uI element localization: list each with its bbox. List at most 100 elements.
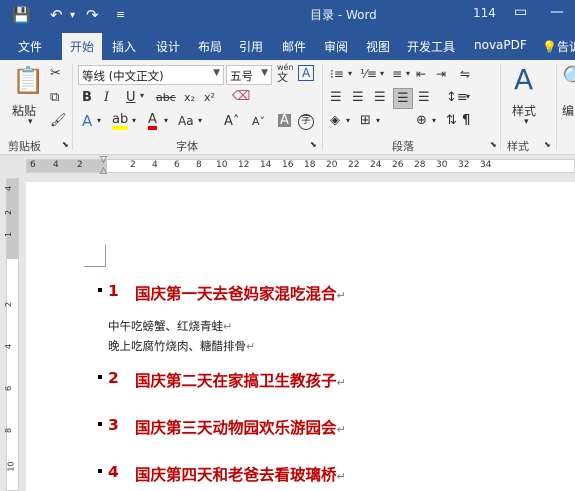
copy-icon[interactable]: ⧉ (50, 91, 59, 104)
phonetic-guide-icon[interactable]: wén 文 (277, 64, 294, 84)
tab-view[interactable]: 视图 (366, 38, 390, 55)
editing-button-label[interactable]: 编 (562, 102, 574, 119)
cut-icon[interactable]: ✂ (50, 67, 61, 80)
document-page[interactable]: 1 国庆第一天去爸妈家混吃混合↵ 中午吃螃蟹、红烧青蛙↵ 晚上吃腐竹烧肉、糖醋排… (26, 182, 575, 491)
asian-layout-icon[interactable]: ⊕ (416, 114, 427, 127)
lightbulb-icon: 💡 (542, 40, 557, 54)
minimize-icon[interactable]: — (550, 4, 564, 20)
line-spacing-icon[interactable]: ↕≡ (446, 91, 468, 104)
ruler-strip (26, 159, 575, 173)
find-icon[interactable]: 🔍 (562, 68, 575, 90)
highlight-icon[interactable]: ab (112, 113, 129, 130)
font-color-icon[interactable]: A (148, 113, 157, 130)
align-right-icon[interactable]: ☰ (374, 91, 386, 104)
ruler-margin (27, 160, 107, 172)
font-color-dropdown-icon[interactable]: ▾ (164, 117, 168, 125)
ribbon-display-icon[interactable]: ▭ (514, 4, 527, 20)
underline-icon[interactable]: U (126, 91, 136, 104)
tab-tell-me[interactable]: 💡告诉 (542, 38, 575, 55)
tab-references[interactable]: 引用 (239, 38, 263, 55)
font-name-value: 等线 (中文正文) (82, 69, 164, 83)
hanging-indent-marker-icon[interactable]: △ (100, 167, 107, 176)
customize-toolbar-icon[interactable]: ≡ (116, 8, 125, 21)
ruler-tick-label: 30 (436, 160, 448, 170)
paragraph-launcher-icon[interactable]: ⬊ (490, 141, 497, 149)
italic-icon[interactable]: I (104, 91, 109, 104)
justify-icon[interactable]: ☰ (393, 88, 413, 109)
first-line-indent-marker-icon[interactable]: ▽ (100, 156, 107, 165)
tab-review[interactable]: 审阅 (324, 38, 348, 55)
title-bar: 💾 ↶ ▾ ↷ ≡ 目录 - Word 114 ▭ — (0, 0, 575, 30)
shrink-font-icon[interactable]: A˅ (252, 116, 265, 127)
undo-dropdown-icon[interactable]: ▾ (70, 10, 75, 21)
numbering-icon[interactable]: ⅟≡ (360, 68, 377, 80)
character-shading-icon[interactable]: A (278, 114, 291, 127)
styles-icon[interactable]: A (514, 66, 533, 94)
chinese-layout-icon[interactable]: ⇋ (460, 68, 470, 80)
paste-icon[interactable]: 📋 (12, 68, 44, 94)
redo-icon[interactable]: ↷ (86, 6, 99, 24)
bullets-icon[interactable]: ⁝≡ (330, 68, 344, 80)
undo-icon[interactable]: ↶ (50, 6, 63, 24)
tab-insert[interactable]: 插入 (112, 38, 136, 55)
clear-formatting-icon[interactable]: ⌫ (232, 90, 250, 103)
highlight-dropdown-icon[interactable]: ▾ (132, 117, 136, 125)
body-line[interactable]: 中午吃螃蟹、红烧青蛙↵ (108, 318, 232, 334)
sort-icon[interactable]: ⇅ (446, 114, 457, 127)
borders-icon[interactable]: ⊞ (360, 114, 371, 127)
character-border-icon[interactable]: A (298, 65, 315, 81)
subscript-icon[interactable]: x₂ (184, 92, 195, 103)
text-effects-icon[interactable]: A (82, 114, 92, 129)
ruler-tick-label: 4 (4, 185, 14, 192)
clipboard-launcher-icon[interactable]: ⬊ (62, 141, 69, 149)
grow-font-icon[interactable]: A˄ (224, 115, 239, 128)
body-line[interactable]: 晚上吃腐竹烧肉、糖醋排骨↵ (108, 338, 255, 354)
font-name-dropdown[interactable]: 等线 (中文正文) ▼ (78, 65, 224, 85)
change-case-dropdown-icon[interactable]: ▾ (198, 117, 202, 125)
ruler-tick-label: 6 (4, 385, 14, 392)
shading-icon[interactable]: ◈ (330, 114, 340, 127)
decrease-indent-icon[interactable]: ⇤ (416, 68, 426, 80)
enclose-characters-icon[interactable]: 字 (298, 114, 314, 130)
tab-home[interactable]: 开始 (62, 33, 103, 60)
show-marks-icon[interactable]: ¶ (462, 114, 470, 127)
vertical-ruler[interactable]: 4 2 1 2 4 6 8 10 (0, 178, 22, 491)
tab-novapdf[interactable]: novaPDF (474, 38, 527, 52)
horizontal-ruler[interactable]: 6 4 2 2 4 6 8 10 12 14 16 18 20 22 24 26… (0, 156, 575, 178)
superscript-icon[interactable]: x² (204, 92, 215, 103)
tab-developer[interactable]: 开发工具 (407, 38, 455, 55)
ruler-tick-label: 8 (196, 160, 202, 170)
save-icon[interactable]: 💾 (12, 6, 31, 24)
distributed-icon[interactable]: ☰ (418, 91, 430, 104)
list-bullet (98, 469, 102, 473)
numbering-dropdown-icon[interactable]: ▾ (380, 70, 384, 78)
bold-icon[interactable]: B (82, 91, 92, 104)
heading-text: 国庆第四天和老爸去看玻璃桥↵ (135, 463, 346, 485)
text-effects-dropdown-icon[interactable]: ▾ (97, 117, 101, 125)
tab-design[interactable]: 设计 (156, 38, 180, 55)
styles-dropdown-icon[interactable]: ▾ (524, 118, 529, 127)
line-spacing-dropdown-icon[interactable]: ▾ (466, 93, 470, 101)
tab-layout[interactable]: 布局 (198, 38, 222, 55)
paste-dropdown-icon[interactable]: ▾ (28, 118, 33, 127)
strikethrough-icon[interactable]: abc (156, 92, 176, 103)
asian-layout-dropdown-icon[interactable]: ▾ (432, 117, 436, 125)
change-case-icon[interactable]: Aa (178, 115, 194, 127)
font-launcher-icon[interactable]: ⬊ (310, 141, 317, 149)
shading-dropdown-icon[interactable]: ▾ (346, 117, 350, 125)
multilevel-list-dropdown-icon[interactable]: ▾ (406, 70, 410, 78)
bullets-dropdown-icon[interactable]: ▾ (348, 70, 352, 78)
heading-text-value: 国庆第三天动物园欢乐游园会 (135, 419, 337, 437)
tab-file[interactable]: 文件 (18, 38, 42, 55)
underline-dropdown-icon[interactable]: ▾ (140, 92, 144, 100)
font-size-dropdown[interactable]: 五号 ▼ (226, 65, 272, 85)
tab-mailings[interactable]: 邮件 (282, 38, 306, 55)
heading-number: 3 (108, 416, 119, 434)
align-center-icon[interactable]: ☰ (352, 91, 364, 104)
align-left-icon[interactable]: ☰ (330, 91, 342, 104)
increase-indent-icon[interactable]: ⇥ (436, 68, 446, 80)
multilevel-list-icon[interactable]: ≡ (392, 68, 402, 80)
format-painter-icon[interactable]: 🖌 (50, 114, 67, 127)
styles-launcher-icon[interactable]: ⬊ (544, 141, 551, 149)
borders-dropdown-icon[interactable]: ▾ (376, 117, 380, 125)
